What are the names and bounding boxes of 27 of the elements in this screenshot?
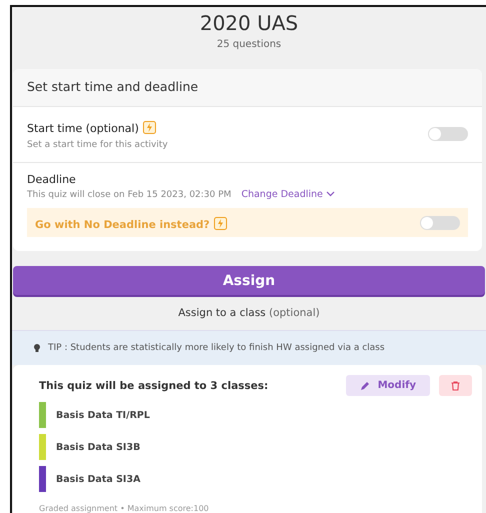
start-time-label: Start time (optional) xyxy=(27,122,139,135)
lightbulb-icon xyxy=(32,343,42,353)
quiz-title: 2020 UAS xyxy=(200,11,298,35)
start-time-hint: Set a start time for this activity xyxy=(27,140,168,150)
assign-button[interactable]: Assign xyxy=(13,266,485,295)
deadline-label: Deadline xyxy=(27,173,77,186)
no-deadline-toggle[interactable] xyxy=(420,216,460,230)
question-count: 25 questions xyxy=(216,39,282,50)
delete-button[interactable] xyxy=(439,375,472,396)
class-name: Basis Data SI3B xyxy=(56,442,140,452)
classes-heading: This quiz will be assigned to 3 classes: xyxy=(39,380,268,392)
assign-class-label: Assign to a class (optional) xyxy=(177,306,321,321)
lightning-badge-icon xyxy=(142,121,156,134)
pencil-icon xyxy=(360,380,370,390)
modify-button[interactable]: Modify xyxy=(346,375,430,396)
lightning-badge-icon xyxy=(214,217,227,230)
start-time-toggle[interactable] xyxy=(428,126,468,140)
deadline-text: This quiz will close on Feb 15 2023, 02:30 PM xyxy=(27,190,232,200)
class-name: Basis Data TI/RPL xyxy=(56,410,150,420)
change-deadline-link[interactable]: Change Deadline xyxy=(241,189,335,200)
chevron-down-icon xyxy=(326,191,335,197)
assignment-info: Graded assignment • Maximum score:100 xyxy=(39,504,210,513)
trash-icon xyxy=(451,380,460,390)
tip-text: TIP : Students are statistically more likely to finish HW assigned via a class xyxy=(48,343,385,353)
section-heading: Set start time and deadline xyxy=(13,69,482,107)
no-deadline-label: Go with No Deadline instead? xyxy=(35,219,210,231)
class-name: Basis Data SI3A xyxy=(56,474,140,484)
